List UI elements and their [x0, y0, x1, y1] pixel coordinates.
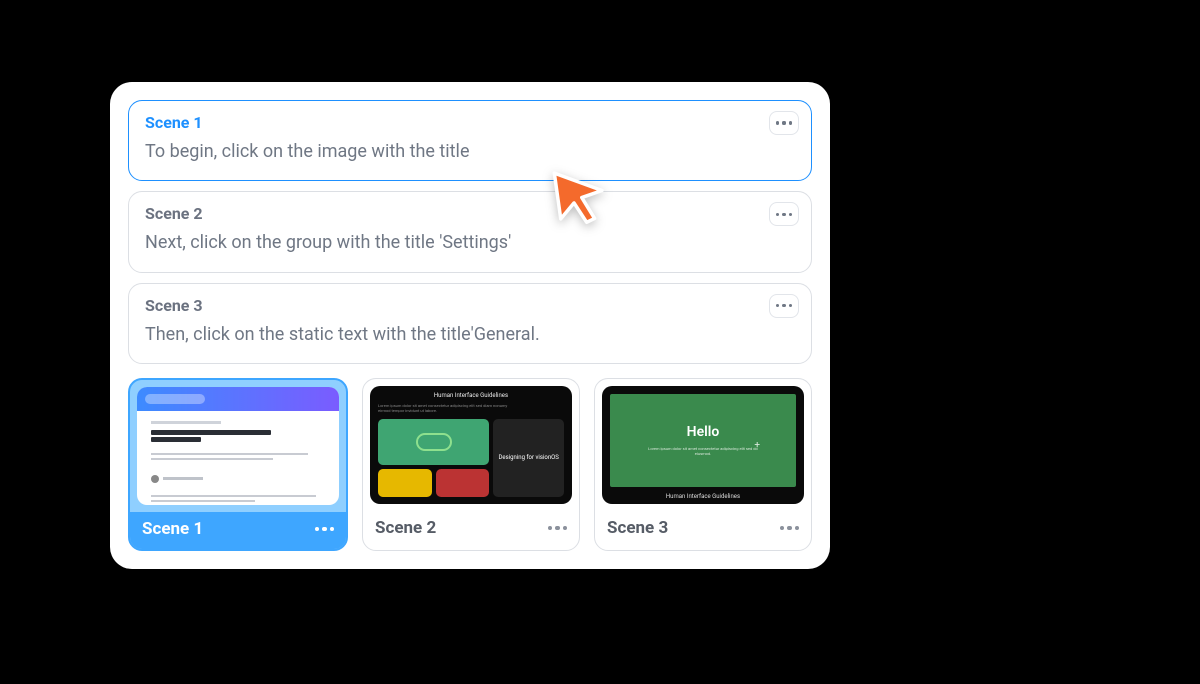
preview-header: Human Interface Guidelines	[378, 392, 564, 399]
thumbnail-menu-icon[interactable]	[315, 527, 335, 532]
scene-card-2[interactable]: Scene 2 Next, click on the group with th…	[128, 191, 812, 272]
plus-cursor-icon: +	[754, 440, 760, 451]
thumbnail-strip: Scene 1 Human Interface Guidelines Lorem…	[128, 378, 812, 551]
scene-description: Then, click on the static text with the …	[145, 323, 795, 347]
scene-description: To begin, click on the image with the ti…	[145, 140, 795, 164]
scene-title: Scene 3	[145, 296, 795, 315]
scene-title: Scene 1	[145, 113, 795, 132]
thumbnail-scene-1[interactable]: Scene 1	[128, 378, 348, 551]
scene-description: Next, click on the group with the title …	[145, 231, 795, 255]
preview-tile-text: Designing for visionOS	[498, 454, 558, 461]
scenes-panel: Scene 1 To begin, click on the image wit…	[110, 82, 830, 569]
vision-glasses-icon	[416, 433, 452, 451]
thumbnail-scene-2[interactable]: Human Interface Guidelines Lorem ipsum d…	[362, 378, 580, 551]
thumbnail-scene-3[interactable]: Hello Lorem ipsum dolor sit amet consect…	[594, 378, 812, 551]
thumbnail-label: Scene 1	[142, 519, 203, 539]
preview-footer-text: Human Interface Guidelines	[602, 487, 804, 504]
thumbnail-preview	[137, 387, 339, 505]
thumbnail-preview: Human Interface Guidelines Lorem ipsum d…	[370, 386, 572, 504]
thumbnail-label: Scene 3	[607, 518, 668, 538]
scene-menu-button[interactable]	[769, 202, 799, 226]
thumbnail-label: Scene 2	[375, 518, 436, 538]
scene-card-1[interactable]: Scene 1 To begin, click on the image wit…	[128, 100, 812, 181]
scene-menu-button[interactable]	[769, 111, 799, 135]
thumbnail-menu-icon[interactable]	[780, 526, 800, 531]
preview-hello-text: Hello	[687, 424, 720, 440]
thumbnail-menu-icon[interactable]	[548, 526, 568, 531]
scene-menu-button[interactable]	[769, 294, 799, 318]
thumbnail-preview: Hello Lorem ipsum dolor sit amet consect…	[602, 386, 804, 504]
scene-title: Scene 2	[145, 204, 795, 223]
scene-card-3[interactable]: Scene 3 Then, click on the static text w…	[128, 283, 812, 364]
